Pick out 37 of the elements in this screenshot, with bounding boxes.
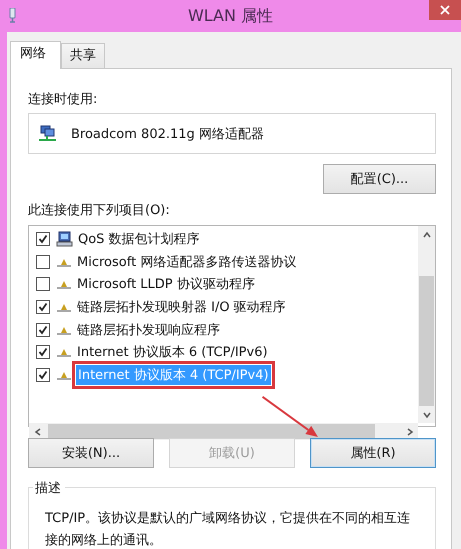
checkbox[interactable] [36,322,50,337]
list-item[interactable]: Microsoft 网络适配器多路传送器协议 [75,252,298,272]
checkbox[interactable] [36,232,50,246]
pointer-arrow [262,396,318,437]
close-icon [440,5,450,15]
list-item[interactable]: Microsoft LLDP 协议驱动程序 [75,274,257,294]
tab[interactable]: 网络 [10,41,61,69]
checkbox[interactable] [36,254,50,269]
close-button[interactable] [429,0,461,20]
chevron-icon [422,410,430,418]
group-title: 描述 [33,479,65,497]
configure-button[interactable]: 配置(C)... [323,164,436,194]
chevron-icon [422,230,430,238]
scroll-thumb[interactable] [48,424,375,439]
chevron-icon [406,428,414,436]
checkbox[interactable] [36,277,50,292]
list-item[interactable]: QoS 数据包计划程序 [76,229,202,250]
section-label: 连接时使用: [28,91,98,108]
computer-icon [56,231,73,248]
vertical-scrollbar[interactable] [418,226,435,423]
scroll-thumb[interactable] [419,276,434,406]
network-icon [8,8,17,23]
list-item[interactable]: Internet 协议版本 6 (TCP/IPv6) [75,342,270,362]
checkbox[interactable] [36,300,50,314]
section-label: 此连接使用下列项目(O): [28,202,171,219]
install-button[interactable]: 安装(N)... [28,438,154,468]
tab[interactable]: 共享 [61,43,105,68]
network-adapter-icon [38,125,57,142]
chevron-icon [34,428,42,436]
list-item[interactable]: 链路层拓扑发现映射器 I/O 驱动程序 [75,297,288,318]
list-item[interactable]: 链路层拓扑发现响应程序 [75,320,222,340]
properties-button[interactable]: 属性(R) [310,438,436,468]
checkbox[interactable] [36,345,50,360]
adapter-name: Broadcom 802.11g 网络适配器 [71,126,264,142]
description-text: TCP/IP。该协议是默认的广域网络协议，它提供在不同的相互连接的网络上的通讯。 [45,510,412,549]
checkbox[interactable] [36,368,50,382]
window-title: WLAN 属性 [186,6,274,26]
